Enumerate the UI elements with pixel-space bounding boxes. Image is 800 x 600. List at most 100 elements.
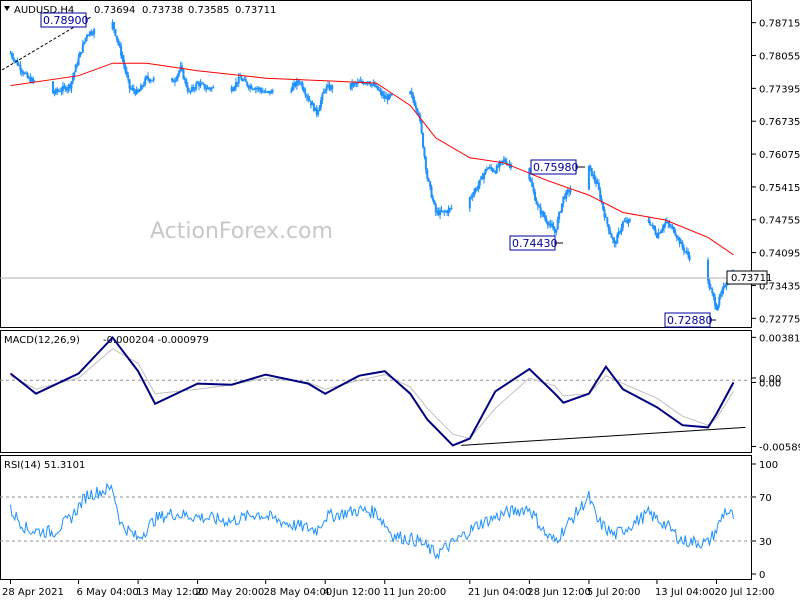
candle-body <box>423 147 426 157</box>
price-axis-label: 0.74755 <box>759 216 800 227</box>
candle-body <box>491 168 494 171</box>
candle-body <box>246 82 249 86</box>
price-axis-label: 0.77395 <box>759 84 800 95</box>
candle-body <box>671 226 674 228</box>
candle-body <box>74 65 77 73</box>
candle-body <box>672 227 675 233</box>
time-axis-label: 20 Jul 12:00 <box>714 587 774 598</box>
candle-body <box>181 65 184 70</box>
candle-body <box>291 85 294 92</box>
candle-body <box>308 99 311 102</box>
candle-body <box>193 88 196 90</box>
candle-body <box>127 74 130 80</box>
candle-body <box>322 91 325 94</box>
candle-body <box>318 107 321 112</box>
candle-body <box>501 160 504 162</box>
candle-body <box>152 78 155 81</box>
candle-body <box>12 56 15 60</box>
candle-body <box>688 255 691 260</box>
candle-body <box>302 88 305 92</box>
candle-body <box>115 35 118 40</box>
candle-body <box>559 211 562 213</box>
macd-title: MACD(12,26,9) <box>4 335 80 346</box>
candle-body <box>543 216 546 219</box>
candle-body <box>551 223 554 227</box>
rsi-axis-label: 100 <box>759 460 778 471</box>
candle-body <box>125 71 128 75</box>
candle-body <box>305 95 308 97</box>
price-axis-label: 0.72775 <box>759 314 800 325</box>
candle-body <box>76 64 79 66</box>
candle-body <box>413 99 416 106</box>
candle-body <box>498 162 501 168</box>
macd-axis-label: 0.00 <box>759 378 781 389</box>
candle-body <box>621 221 624 228</box>
rsi-axis-label: 30 <box>759 537 772 548</box>
candle-body <box>597 182 600 190</box>
candle-body <box>542 211 545 217</box>
candle-body <box>87 34 90 36</box>
candle-body <box>712 292 715 298</box>
candle-body <box>708 280 711 288</box>
candle-body <box>207 87 210 89</box>
candle-body <box>10 53 13 57</box>
candle-body <box>714 297 717 306</box>
candle-body <box>416 108 419 113</box>
candle-body <box>560 203 563 212</box>
candle-body <box>151 80 154 82</box>
candle-body <box>447 208 450 214</box>
candle-body <box>118 43 121 46</box>
candle-body <box>427 178 430 182</box>
price-axis-label: 0.74095 <box>759 249 800 260</box>
candle-body <box>487 168 490 170</box>
time-axis-label: 28 May 04:00 <box>264 587 333 598</box>
candle-body <box>142 84 145 87</box>
candle-body <box>589 165 592 169</box>
candle-body <box>610 233 613 238</box>
candle-body <box>555 229 558 233</box>
candle-body <box>182 69 185 79</box>
callout-mid-high-label: 0.75980 <box>533 161 579 174</box>
candle-body <box>186 86 189 91</box>
candle-body <box>77 57 80 65</box>
watermark: ActionForex.com <box>150 219 333 244</box>
candle-body <box>185 79 188 87</box>
candle-body <box>616 234 619 244</box>
candle-body <box>477 185 480 190</box>
time-axis-label: 13 Jul 04:00 <box>655 587 715 598</box>
candle-body <box>173 80 176 83</box>
candle-body <box>19 65 22 71</box>
time-axis-label: 11 Jun 20:00 <box>383 587 447 598</box>
candle-body <box>709 287 712 289</box>
callout-mid-low: 0.74430 <box>509 235 563 251</box>
time-axis-label: 6 May 04:00 <box>77 587 139 598</box>
candle-body <box>681 241 684 248</box>
price-close: 0.73711 <box>235 5 276 16</box>
candle-body <box>91 34 94 36</box>
candle-body <box>124 65 127 72</box>
candle-body <box>26 73 29 78</box>
price-axis-label: 0.78055 <box>759 52 800 63</box>
candle-body <box>365 83 368 85</box>
candle-body <box>53 92 56 94</box>
candle-body <box>674 232 677 236</box>
current-price-label: 0.73711 <box>731 273 772 284</box>
candle-body <box>609 230 612 234</box>
candle-body <box>558 212 561 220</box>
candle-body <box>147 76 150 79</box>
candle-body <box>297 80 300 83</box>
candle-body <box>682 247 685 252</box>
candle-body <box>412 94 415 100</box>
candle-body <box>629 219 632 221</box>
chart-canvas: ActionForex.com AUDUSD,H4 0.73694 0.7373… <box>0 0 800 600</box>
rsi-axis-label: 0 <box>759 570 765 581</box>
price-axis-label: 0.78715 <box>759 19 800 30</box>
candle-body <box>653 225 656 230</box>
callout-high-label: 0.78900 <box>43 14 89 27</box>
candle-body <box>663 224 666 229</box>
candle-body <box>471 195 474 197</box>
time-axis-label: 21 Jun 04:00 <box>468 587 532 598</box>
candle-body <box>90 31 93 35</box>
candle-body <box>20 70 23 73</box>
candle-body <box>117 39 120 44</box>
